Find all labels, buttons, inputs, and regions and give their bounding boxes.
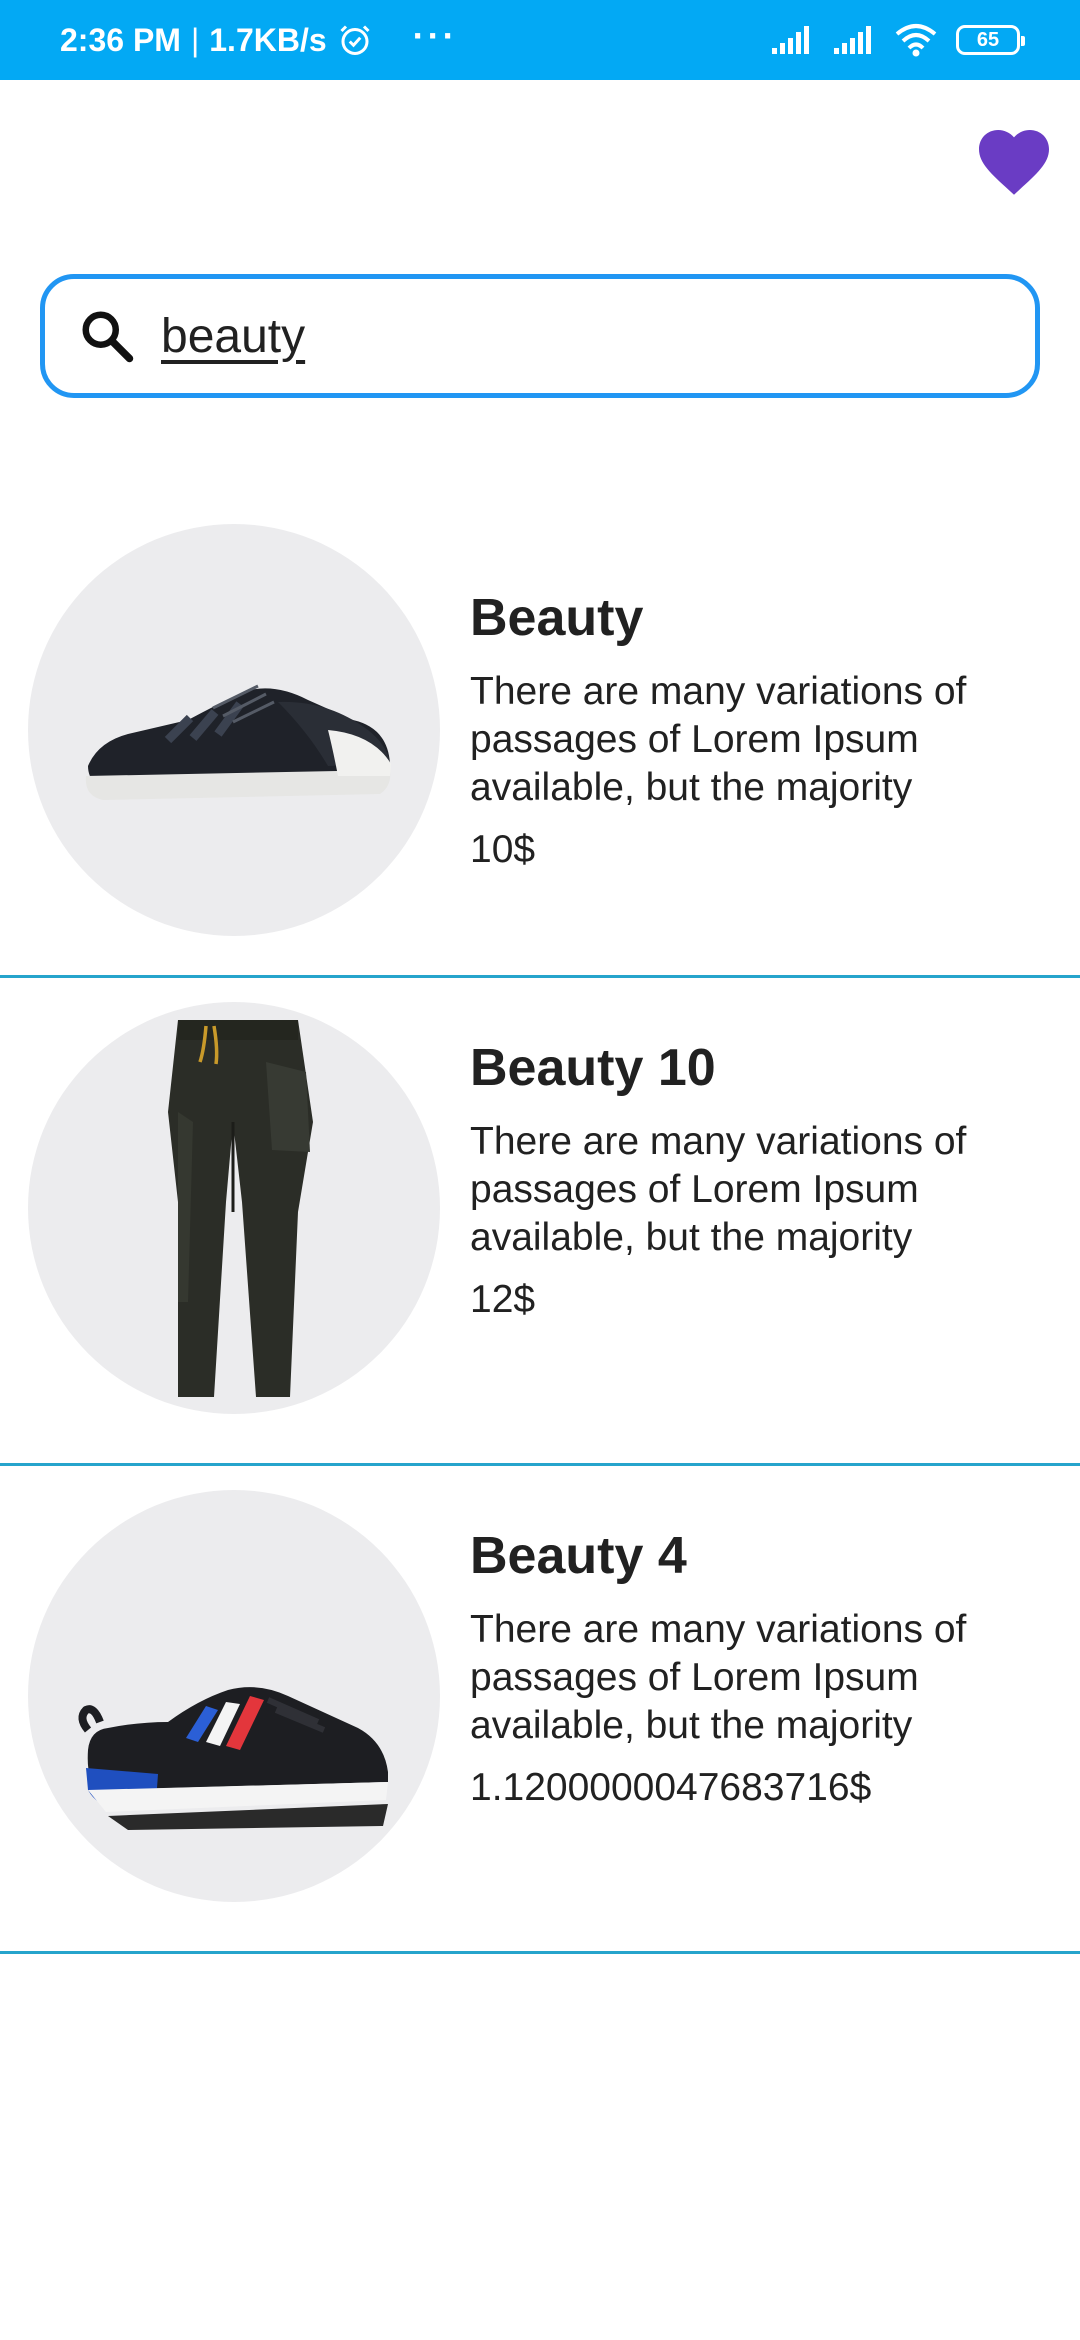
signal-icon-2	[834, 26, 871, 54]
wifi-icon	[895, 24, 937, 57]
product-image-sneaker	[28, 524, 440, 936]
list-item[interactable]: Beauty 10 There are many variations of p…	[0, 978, 1080, 1466]
product-image-striped-sneaker	[28, 1490, 440, 1902]
product-price: 10$	[470, 828, 536, 871]
favorites-button[interactable]	[972, 118, 1056, 198]
product-description: There are many variations of passages of…	[470, 1120, 967, 1259]
product-title: Beauty 10	[470, 1039, 716, 1097]
product-description: There are many variations of passages of…	[470, 670, 967, 809]
status-bar: 2:36 PM | 1.7KB/s ··· 65	[0, 0, 1080, 80]
product-title: Beauty	[470, 589, 644, 647]
battery-icon: 65	[956, 25, 1025, 55]
signal-icon	[772, 26, 809, 54]
product-info: Beauty 4 There are many variations of pa…	[470, 1526, 1060, 1810]
product-price: 1.1200000047683716$	[470, 1766, 872, 1809]
status-time: 2:36 PM	[60, 21, 181, 58]
battery-level: 65	[976, 28, 1000, 51]
product-price: 12$	[470, 1278, 536, 1321]
search-input[interactable]: beauty	[161, 309, 305, 364]
list-item[interactable]: Beauty There are many variations of pass…	[0, 490, 1080, 978]
product-title: Beauty 4	[470, 1527, 687, 1585]
alarm-icon	[340, 25, 370, 55]
product-info: Beauty 10 There are many variations of p…	[470, 1038, 1060, 1322]
product-description: There are many variations of passages of…	[470, 1608, 967, 1747]
status-right: 65	[770, 23, 1025, 57]
product-list: Beauty There are many variations of pass…	[0, 490, 1080, 1954]
product-image-pants	[28, 1002, 440, 1414]
status-separator: |	[190, 21, 200, 58]
heart-icon	[979, 130, 1049, 195]
search-field[interactable]: beauty	[40, 274, 1040, 398]
search-icon	[82, 311, 134, 363]
network-speed: 1.7KB/s	[209, 21, 327, 58]
more-notifications-icon: ···	[412, 15, 458, 56]
product-info: Beauty There are many variations of pass…	[470, 588, 1060, 872]
status-left: 2:36 PM | 1.7KB/s ···	[60, 15, 770, 59]
list-item[interactable]: Beauty 4 There are many variations of pa…	[0, 1466, 1080, 1954]
